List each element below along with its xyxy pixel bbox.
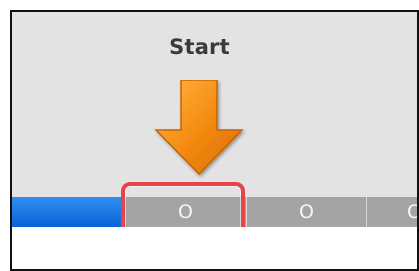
- start-label: Start: [169, 35, 230, 59]
- content-area: [12, 227, 417, 269]
- progress-fill: [12, 197, 121, 227]
- step-marker: O: [407, 202, 417, 222]
- step-2[interactable]: O: [246, 197, 366, 227]
- arrow-shape: [154, 80, 244, 176]
- step-3[interactable]: O: [366, 197, 417, 227]
- step-marker: O: [299, 200, 314, 223]
- app-window: Start O O O: [10, 10, 419, 271]
- down-arrow-icon: [154, 80, 244, 176]
